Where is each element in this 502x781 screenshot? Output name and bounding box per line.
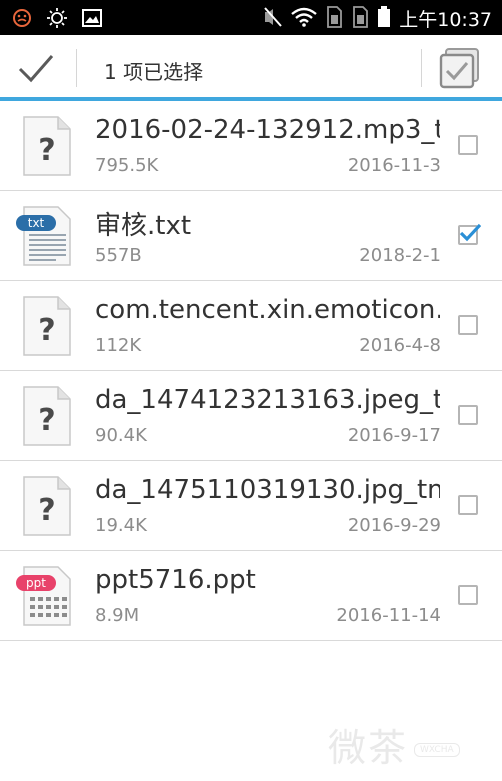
file-checkbox-checked[interactable] bbox=[458, 223, 481, 245]
select-all-icon bbox=[439, 48, 479, 89]
unknown-file-icon: ? bbox=[22, 295, 72, 357]
txt-file-icon: txt bbox=[16, 205, 71, 267]
file-name: ppt5716.ppt bbox=[95, 565, 256, 595]
file-name: 审核.txt bbox=[95, 211, 192, 241]
ppt-file-icon: ppt bbox=[16, 565, 71, 627]
status-bar: 上午10:37 bbox=[0, 0, 502, 35]
file-name: da_1475110319130.jpg_tn bbox=[95, 475, 440, 505]
file-checkbox[interactable] bbox=[458, 495, 478, 515]
file-row[interactable]: ppt ppt5716.ppt 8.9M 2016-11-14 bbox=[0, 551, 502, 641]
done-button[interactable] bbox=[16, 49, 56, 87]
action-bar-divider bbox=[76, 49, 77, 87]
svg-text:?: ? bbox=[38, 493, 55, 528]
sim2-icon bbox=[351, 5, 369, 32]
file-checkbox[interactable] bbox=[458, 135, 478, 155]
file-row[interactable]: ? da_1474123213163.jpeg_t 90.4K 2016-9-1… bbox=[0, 371, 502, 461]
unknown-file-icon: ? bbox=[22, 385, 72, 447]
status-left-icons bbox=[12, 7, 102, 33]
checkmark-icon bbox=[18, 55, 54, 83]
watermark-sub: WXCHA bbox=[414, 743, 460, 757]
select-all-button[interactable] bbox=[438, 47, 482, 91]
sim1-icon bbox=[325, 5, 343, 32]
file-size: 557B bbox=[95, 245, 142, 266]
file-row[interactable]: txt 审核.txt 557B 2018-2-1 bbox=[0, 191, 502, 281]
image-icon bbox=[82, 9, 102, 31]
file-name: da_1474123213163.jpeg_t bbox=[95, 385, 440, 415]
svg-text:?: ? bbox=[38, 133, 55, 168]
file-list: ? 2016-02-24-132912.mp3_t 795.5K 2016-11… bbox=[0, 101, 502, 641]
selection-count-title: 1 项已选择 bbox=[104, 60, 204, 84]
file-name: com.tencent.xin.emoticon. bbox=[95, 295, 440, 325]
file-name: 2016-02-24-132912.mp3_t bbox=[95, 115, 440, 145]
file-date: 2016-9-17 bbox=[347, 425, 441, 446]
file-date: 2016-9-29 bbox=[347, 515, 441, 536]
svg-text:?: ? bbox=[38, 313, 55, 348]
action-bar-divider bbox=[421, 49, 422, 87]
checkmark-icon bbox=[459, 223, 481, 242]
svg-text:txt: txt bbox=[28, 216, 45, 230]
file-date: 2016-4-8 bbox=[359, 335, 441, 356]
unknown-file-icon: ? bbox=[22, 115, 72, 177]
mute-icon bbox=[263, 6, 283, 32]
file-checkbox[interactable] bbox=[458, 315, 478, 335]
brightness-icon bbox=[46, 7, 68, 33]
svg-text:?: ? bbox=[38, 403, 55, 438]
svg-text:ppt: ppt bbox=[26, 576, 46, 590]
file-size: 112K bbox=[95, 335, 142, 356]
file-date: 2016-11-3 bbox=[347, 155, 441, 176]
file-checkbox[interactable] bbox=[458, 585, 478, 605]
battery-icon bbox=[377, 5, 391, 32]
status-right-icons: 上午10:37 bbox=[263, 5, 492, 32]
watermark: 微茶 WXCHA bbox=[328, 717, 488, 770]
status-time: 上午10:37 bbox=[399, 9, 492, 31]
file-row[interactable]: ? da_1475110319130.jpg_tn 19.4K 2016-9-2… bbox=[0, 461, 502, 551]
emoji-icon bbox=[12, 8, 32, 32]
file-date: 2018-2-1 bbox=[359, 245, 441, 266]
file-size: 19.4K bbox=[95, 515, 147, 536]
selection-action-bar: 1 项已选择 bbox=[0, 35, 502, 99]
wifi-icon bbox=[291, 7, 318, 31]
file-size: 90.4K bbox=[95, 425, 147, 446]
file-row[interactable]: ? com.tencent.xin.emoticon. 112K 2016-4-… bbox=[0, 281, 502, 371]
file-row[interactable]: ? 2016-02-24-132912.mp3_t 795.5K 2016-11… bbox=[0, 101, 502, 191]
file-size: 795.5K bbox=[95, 155, 159, 176]
unknown-file-icon: ? bbox=[22, 475, 72, 537]
file-checkbox[interactable] bbox=[458, 405, 478, 425]
watermark-text: 微茶 bbox=[328, 726, 409, 770]
file-date: 2016-11-14 bbox=[336, 605, 441, 626]
file-size: 8.9M bbox=[95, 605, 140, 626]
